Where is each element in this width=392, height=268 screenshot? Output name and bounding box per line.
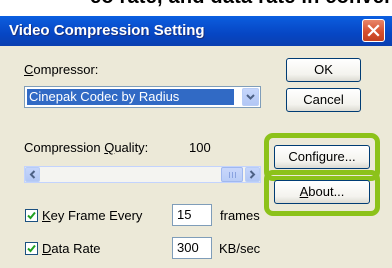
compression-quality-label: Compression Quality: (24, 140, 149, 155)
compression-quality-value: 100 (189, 140, 211, 155)
data-rate-unit: KB/sec (219, 241, 261, 256)
key-frame-input[interactable]: 15 (172, 204, 212, 226)
close-button[interactable] (362, 19, 385, 42)
about-button[interactable]: About... (274, 180, 370, 204)
ok-button[interactable]: OK (286, 58, 361, 82)
close-icon (367, 24, 380, 37)
compressor-label: Compressor: (24, 62, 99, 77)
checkmark-icon (27, 211, 36, 220)
caption-text: eo rate, and data rate in conver (90, 0, 392, 9)
configure-button[interactable]: Configure... (274, 145, 370, 169)
data-rate-label: Data Rate (42, 241, 101, 256)
chevron-left-icon (29, 170, 36, 179)
title-bar[interactable]: Video Compression Setting (0, 16, 392, 46)
compressor-dropdown[interactable]: Cinepak Codec by Radius (24, 86, 261, 108)
scroll-thumb[interactable] (221, 167, 243, 182)
cancel-button[interactable]: Cancel (286, 88, 361, 112)
window-title: Video Compression Setting (9, 22, 205, 39)
scroll-left-button[interactable] (25, 167, 40, 182)
chevron-down-icon (246, 94, 255, 100)
chevron-right-icon (249, 170, 256, 179)
scroll-right-button[interactable] (245, 167, 260, 182)
key-frame-label: Key Frame Every (42, 208, 143, 223)
key-frame-unit: frames (220, 208, 260, 223)
checkmark-icon (27, 244, 36, 253)
data-rate-checkbox[interactable] (25, 242, 38, 255)
dialog-window: Video Compression Setting Compressor: Ci… (0, 16, 392, 268)
key-frame-checkbox[interactable] (25, 209, 38, 222)
compressor-selected-value: Cinepak Codec by Radius (27, 89, 234, 105)
dropdown-arrow-button[interactable] (242, 88, 259, 106)
data-rate-input[interactable]: 300 (172, 237, 212, 259)
quality-scrollbar[interactable] (24, 166, 261, 183)
